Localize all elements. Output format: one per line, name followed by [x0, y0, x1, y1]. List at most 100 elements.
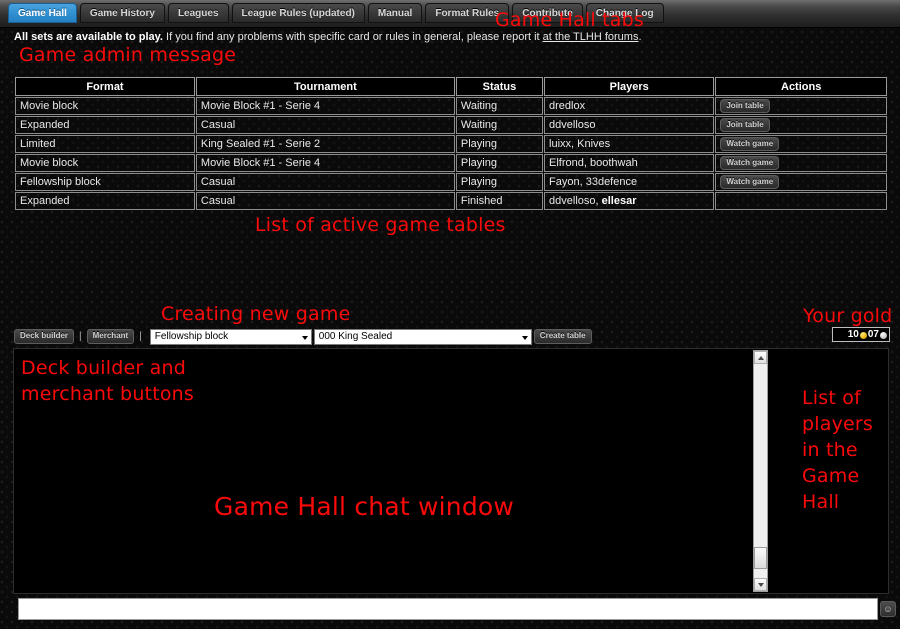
main-tab-bar: Game Hall Game History Leagues League Rules…	[0, 0, 900, 28]
games-table-header-row: Format Tournament Status Players Actions	[15, 77, 887, 96]
scroll-up-button[interactable]	[754, 351, 767, 364]
format-select[interactable]: Fellowship block	[149, 328, 312, 345]
cell-players: ddvelloso, ellesar	[544, 192, 715, 210]
tournament-select[interactable]: 000 King Sealed	[313, 328, 532, 345]
cell-format: Limited	[15, 135, 195, 153]
column-header-players: Players	[544, 77, 715, 96]
game-hall-page: Game Hall Game History Leagues League Rules…	[0, 0, 900, 629]
cell-actions	[715, 192, 887, 210]
chevron-up-icon	[757, 355, 764, 360]
column-header-format: Format	[15, 77, 195, 96]
cell-format: Movie block	[15, 97, 195, 115]
cell-format: Movie block	[15, 154, 195, 172]
watch-game-button[interactable]: Watch game	[720, 137, 780, 151]
players-text: ddvelloso	[549, 119, 596, 131]
cell-tournament: King Sealed #1 - Serie 2	[195, 135, 455, 153]
table-row: Movie block Movie Block #1 - Serie 4 Waiti…	[15, 97, 887, 115]
scroll-down-button[interactable]	[754, 578, 767, 591]
silver-amount: 07	[867, 329, 879, 340]
tab-contribute[interactable]: Contribute	[512, 3, 583, 23]
cell-status: Finished	[455, 192, 544, 210]
table-row: Movie block Movie Block #1 - Serie 4 Playi…	[15, 154, 887, 172]
players-text-highlight: ellesar	[601, 195, 637, 207]
tlhh-forums-link[interactable]: at the TLHH forums	[543, 31, 639, 43]
admin-message-tail: .	[638, 31, 642, 43]
players-text: Elfrond, boothwah	[549, 157, 638, 169]
create-table-button[interactable]: Create table	[533, 329, 592, 344]
players-text: dredlox	[549, 100, 586, 112]
tab-game-history[interactable]: Game History	[79, 3, 165, 23]
merchant-button[interactable]: Merchant	[86, 329, 135, 344]
create-game-controls: Deck builder | Merchant | Fellowship blo…	[14, 328, 888, 345]
chat-input-bar	[18, 598, 878, 620]
join-table-button[interactable]: Join table	[720, 99, 770, 113]
cell-status: Waiting	[455, 97, 544, 115]
cell-actions: Watch game	[715, 173, 887, 191]
gold-coin-icon	[859, 332, 867, 339]
cell-actions: Watch game	[715, 135, 887, 153]
annotation-tables: List of active game tables	[255, 214, 506, 236]
admin-message-bold: All sets are available to play.	[14, 31, 163, 43]
cell-players: ddvelloso	[544, 116, 715, 134]
column-header-actions: Actions	[715, 77, 887, 96]
column-header-status: Status	[455, 77, 544, 96]
annotation-gold: Your gold	[803, 305, 893, 327]
annotation-newgame: Creating new game	[161, 303, 351, 325]
silver-coin-icon	[880, 332, 887, 339]
format-select-value: Fellowship block	[154, 330, 229, 342]
cell-actions: Join table	[715, 97, 887, 115]
table-row: Expanded Casual Finished ddvelloso, ellesar	[15, 192, 887, 210]
watch-game-button[interactable]: Watch game	[720, 156, 780, 170]
game-hall-chat-window	[13, 348, 889, 594]
gold-amount: 10	[847, 329, 859, 340]
games-table: Format Tournament Status Players Actions Mov…	[14, 76, 888, 211]
gold-counter: 10 07	[832, 327, 890, 342]
tab-format-rules[interactable]: Format Rules	[425, 3, 510, 23]
admin-message-rest: If you find any problems with specific c…	[162, 31, 543, 43]
cell-status: Playing	[455, 154, 544, 172]
column-header-tournament: Tournament	[195, 77, 455, 96]
tab-change-log[interactable]: Change Log	[585, 3, 664, 23]
cell-status: Playing	[455, 173, 544, 191]
chevron-down-icon	[521, 335, 528, 340]
tab-manual[interactable]: Manual	[367, 3, 423, 23]
table-row: Fellowship block Casual Playing Fayon, 33de…	[15, 173, 887, 191]
table-row: Limited King Sealed #1 - Serie 2 Playing lu…	[15, 135, 887, 153]
watch-game-button[interactable]: Watch game	[720, 175, 780, 189]
tab-leagues[interactable]: Leagues	[167, 3, 229, 23]
players-text: Fayon, 33defence	[549, 176, 638, 188]
admin-message: All sets are available to play. If you f…	[14, 31, 886, 47]
table-row: Expanded Casual Waiting ddvelloso Join table	[15, 116, 887, 134]
cell-status: Playing	[455, 135, 544, 153]
cell-tournament: Casual	[195, 173, 455, 191]
cell-players: dredlox	[544, 97, 715, 115]
chevron-down-icon	[757, 582, 764, 587]
controls-separator-2: |	[139, 331, 142, 342]
cell-tournament: Movie Block #1 - Serie 4	[195, 97, 455, 115]
cell-actions: Watch game	[715, 154, 887, 172]
chat-scrollbar[interactable]	[753, 350, 768, 592]
cell-players: Fayon, 33defence	[544, 173, 715, 191]
join-table-button[interactable]: Join table	[720, 118, 770, 132]
cell-tournament: Casual	[195, 192, 455, 210]
players-text: luixx, Knives	[549, 138, 611, 150]
cell-status: Waiting	[455, 116, 544, 134]
scrollbar-thumb[interactable]	[754, 547, 767, 569]
tournament-select-value: 000 King Sealed	[318, 330, 393, 342]
cell-tournament: Casual	[195, 116, 455, 134]
cell-format: Expanded	[15, 116, 195, 134]
tab-league-rules-updated[interactable]: League Rules (updated)	[231, 3, 365, 23]
cell-tournament: Movie Block #1 - Serie 4	[195, 154, 455, 172]
active-game-tables: Format Tournament Status Players Actions Mov…	[14, 76, 888, 211]
chat-log[interactable]	[14, 349, 752, 593]
cell-format: Fellowship block	[15, 173, 195, 191]
player-list[interactable]	[768, 349, 888, 593]
emoticon-icon[interactable]: ☺	[880, 601, 896, 617]
tab-game-hall[interactable]: Game Hall	[8, 3, 77, 23]
cell-actions: Join table	[715, 116, 887, 134]
chat-input[interactable]	[19, 599, 877, 619]
games-table-body: Movie block Movie Block #1 - Serie 4 Waiti…	[15, 97, 887, 210]
deck-builder-button[interactable]: Deck builder	[14, 329, 75, 344]
cell-players: Elfrond, boothwah	[544, 154, 715, 172]
cell-players: luixx, Knives	[544, 135, 715, 153]
